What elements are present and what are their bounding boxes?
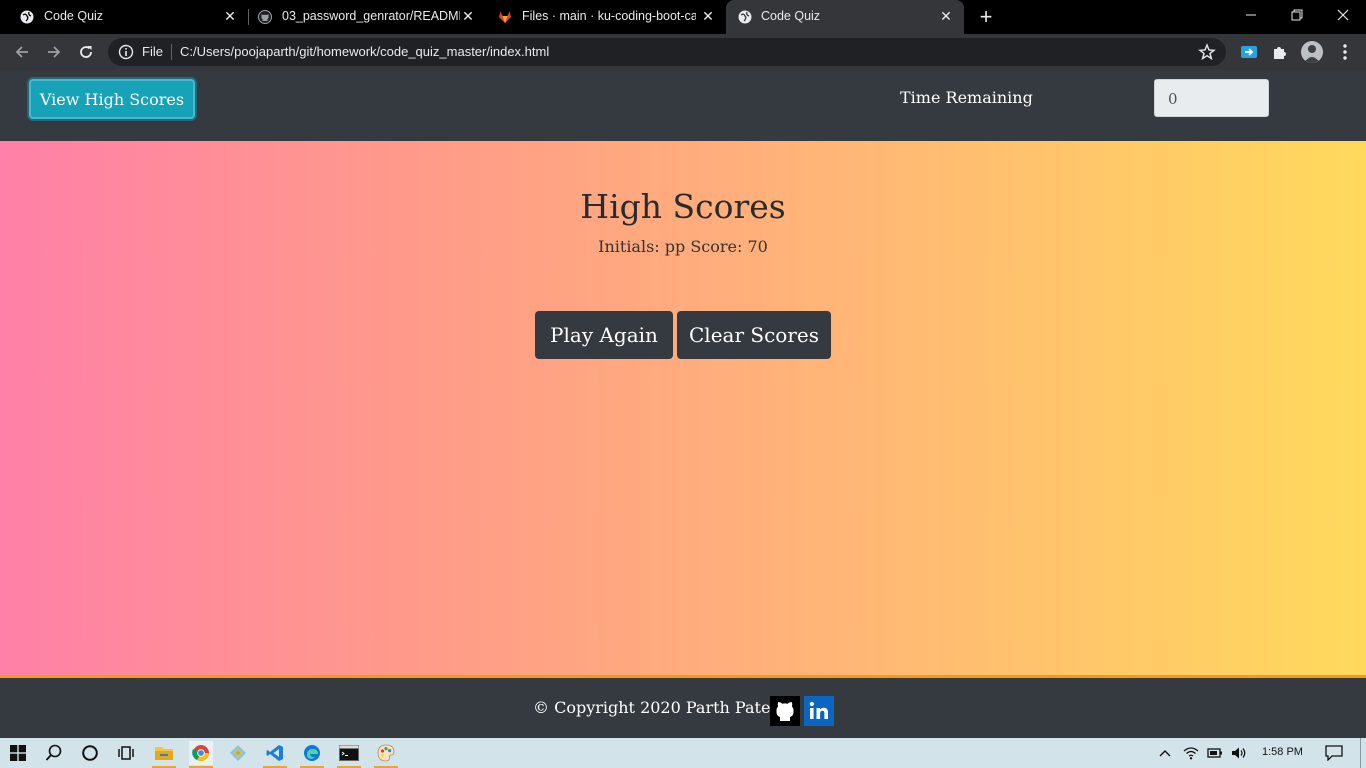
url-text[interactable]: C:/Users/poojaparth/git/homework/code_qu… xyxy=(180,44,549,59)
chrome-icon[interactable] xyxy=(189,741,213,768)
globe-icon xyxy=(738,10,752,24)
view-high-scores-button[interactable]: View High Scores xyxy=(29,79,195,119)
show-desktop-divider[interactable] xyxy=(1360,738,1361,768)
browser-toolbar: File C:/Users/poojaparth/git/homework/co… xyxy=(0,34,1366,70)
score-entry: Initials: pp Score: 70 xyxy=(598,237,768,256)
high-scores-section: High Scores Initials: pp Score: 70 Play … xyxy=(0,141,1366,675)
paint-icon[interactable] xyxy=(374,741,398,768)
window-close-icon[interactable] xyxy=(1320,0,1366,30)
github-icon xyxy=(258,10,272,24)
terminal-icon[interactable] xyxy=(337,741,361,768)
profile-avatar[interactable] xyxy=(1301,41,1323,63)
bookmark-star-icon[interactable] xyxy=(1198,43,1216,61)
browser-tab-1[interactable]: Code Quiz ✕ xyxy=(0,0,248,34)
clock-time[interactable]: 1:58 PM xyxy=(1262,746,1303,758)
puzzle-extensions-icon[interactable] xyxy=(1271,43,1289,61)
address-bar[interactable]: File C:/Users/poojaparth/git/homework/co… xyxy=(108,38,1226,66)
wifi-icon[interactable] xyxy=(1181,741,1201,765)
screencast-extension-icon[interactable] xyxy=(1240,43,1258,61)
tab-title: 03_password_genrator/README.md xyxy=(282,9,460,23)
close-icon[interactable]: ✕ xyxy=(938,8,954,24)
battery-icon[interactable] xyxy=(1205,741,1225,765)
file-explorer-icon[interactable] xyxy=(152,741,176,768)
browser-tab-2[interactable]: 03_password_genrator/README.md ✕ xyxy=(238,0,486,34)
copyright-text: © Copyright 2020 Parth Patel xyxy=(533,698,776,717)
close-icon[interactable]: ✕ xyxy=(700,8,716,24)
time-value: 0 xyxy=(1168,90,1178,108)
quiz-navbar: View High Scores Time Remaining 0 xyxy=(0,70,1366,141)
tab-title: Files · main · ku-coding-boot-camp xyxy=(522,9,696,23)
github-icon[interactable] xyxy=(770,696,800,726)
scheme-label: File xyxy=(142,44,163,59)
play-again-button[interactable]: Play Again xyxy=(535,311,673,359)
tab-title: Code Quiz xyxy=(44,9,104,23)
vscode-icon[interactable] xyxy=(263,741,287,768)
linkedin-icon[interactable] xyxy=(804,696,834,726)
task-view-icon[interactable] xyxy=(114,741,138,765)
forward-arrow-icon[interactable] xyxy=(43,41,65,63)
search-icon[interactable] xyxy=(42,741,66,765)
start-icon[interactable] xyxy=(6,741,30,765)
close-icon[interactable]: ✕ xyxy=(460,8,476,24)
time-remaining-label: Time Remaining xyxy=(900,88,1033,107)
minimize-icon[interactable] xyxy=(1228,0,1274,30)
tab-title: Code Quiz xyxy=(761,9,821,23)
reload-icon[interactable] xyxy=(75,41,97,63)
divider xyxy=(171,44,172,60)
chevron-up-icon[interactable] xyxy=(1155,741,1175,765)
page-title: High Scores xyxy=(580,187,786,226)
gitlab-icon xyxy=(499,11,511,23)
clear-scores-button[interactable]: Clear Scores xyxy=(677,311,831,359)
edge-icon[interactable] xyxy=(300,741,324,768)
globe-icon xyxy=(20,10,34,24)
browser-tab-3[interactable]: Files · main · ku-coding-boot-camp ✕ xyxy=(478,0,726,34)
footer: © Copyright 2020 Parth Patel xyxy=(0,675,1366,738)
web-page: View High Scores Time Remaining 0 High S… xyxy=(0,70,1366,738)
restore-icon[interactable] xyxy=(1274,0,1320,30)
browser-tab-active[interactable]: Code Quiz ✕ xyxy=(726,0,964,34)
sourcetree-icon[interactable] xyxy=(226,741,250,765)
notifications-icon[interactable] xyxy=(1322,741,1346,765)
time-remaining-field: 0 xyxy=(1154,79,1269,117)
tab-strip: Code Quiz ✕ 03_password_genrator/README.… xyxy=(0,0,1366,34)
windows-taskbar: 1:58 PM xyxy=(0,738,1366,768)
new-tab-button[interactable]: + xyxy=(976,6,996,28)
back-arrow-icon[interactable] xyxy=(11,41,33,63)
menu-kebab-icon[interactable] xyxy=(1334,41,1356,63)
close-icon[interactable]: ✕ xyxy=(222,8,238,24)
cortana-icon[interactable] xyxy=(78,741,102,765)
info-icon[interactable] xyxy=(118,44,134,60)
volume-icon[interactable] xyxy=(1229,741,1249,765)
